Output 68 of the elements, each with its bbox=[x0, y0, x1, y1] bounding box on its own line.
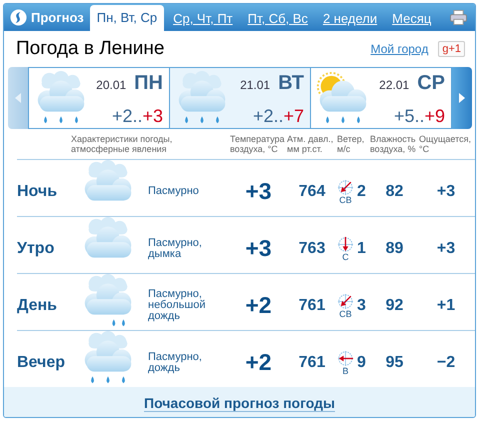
column-header: Характеристики погоды, атмосферные явления bbox=[71, 134, 174, 154]
column-header: Ветер, м/с bbox=[337, 134, 366, 154]
feels-like-value: +1 bbox=[436, 296, 456, 314]
pressure-value: 763 bbox=[298, 240, 326, 258]
weather-description: Пасмурно, небольшой дождь bbox=[148, 289, 206, 322]
period-label: Ночь bbox=[17, 182, 58, 200]
temperature-value: +2 bbox=[244, 349, 273, 376]
humidity-value: 89 bbox=[384, 240, 404, 258]
wind-direction: СВ bbox=[339, 196, 352, 204]
compass-icon bbox=[337, 350, 354, 366]
tab[interactable]: Ср, Чт, Пт bbox=[167, 7, 239, 31]
compass-icon bbox=[337, 236, 354, 252]
weather-description: Пасмурно, дымка bbox=[148, 238, 203, 260]
logo-icon bbox=[10, 9, 27, 26]
column-header: Атм. давл., мм рт.ст. bbox=[287, 134, 334, 154]
feels-like-value: −2 bbox=[436, 354, 456, 372]
compass-icon bbox=[337, 292, 354, 310]
right-arrow-icon bbox=[459, 93, 465, 103]
humidity-value: 82 bbox=[384, 182, 404, 200]
humidity-value: 95 bbox=[384, 354, 404, 372]
pressure-value: 761 bbox=[298, 296, 326, 314]
logo-text: Прогноз bbox=[31, 10, 84, 25]
wind-speed: 9 bbox=[357, 354, 366, 372]
wind-speed: 2 bbox=[357, 182, 366, 200]
day-temperature: +5..+9 bbox=[392, 104, 446, 128]
temperature-value: +2 bbox=[244, 292, 273, 319]
column-header: Температура воздуха, °C bbox=[230, 134, 286, 154]
feels-like-value: +3 bbox=[436, 182, 456, 200]
day-card[interactable]: 21.01 ВТ +2..+7 bbox=[170, 67, 311, 129]
day-weekday: СР bbox=[417, 72, 445, 95]
day-date: 22.01 bbox=[379, 78, 410, 92]
pressure-value: 761 bbox=[298, 354, 326, 372]
wind-speed: 1 bbox=[357, 240, 366, 258]
day-date: 20.01 bbox=[96, 78, 126, 92]
period-label: Утро bbox=[17, 240, 56, 258]
tab[interactable]: Месяц bbox=[386, 7, 438, 31]
period-label: Вечер bbox=[17, 354, 66, 372]
compass-icon bbox=[337, 178, 354, 196]
weather-description: Пасмурно bbox=[148, 186, 200, 197]
day-card[interactable]: 22.01 СР +5..+9 bbox=[311, 67, 452, 129]
next-button[interactable] bbox=[452, 67, 472, 129]
my-city-link[interactable]: Мой город bbox=[370, 42, 428, 56]
day-temperature: +2..+3 bbox=[110, 104, 164, 128]
day-weekday: ВТ bbox=[278, 72, 304, 95]
day-temperature: +2..+7 bbox=[252, 104, 305, 128]
temperature-value: +3 bbox=[244, 178, 273, 205]
day-date: 21.01 bbox=[240, 78, 270, 92]
tab[interactable]: Пт, Сб, Вс bbox=[242, 7, 314, 31]
temperature-value: +3 bbox=[244, 235, 273, 262]
column-header: Ощущается, °C bbox=[419, 134, 472, 154]
day-card[interactable]: 20.01 ПН +2..+3 bbox=[28, 67, 170, 129]
period-label: День bbox=[17, 296, 58, 314]
tab[interactable]: Пн, Вт, Ср bbox=[90, 5, 164, 31]
wind-direction: С bbox=[342, 252, 349, 262]
feels-like-value: +3 bbox=[436, 240, 456, 258]
tab[interactable]: 2 недели bbox=[316, 7, 384, 31]
wind-speed: 3 bbox=[357, 296, 366, 314]
column-header: Влажность воздуха, % bbox=[370, 134, 417, 154]
weather-description: Пасмурно, дождь bbox=[148, 352, 203, 374]
pressure-value: 764 bbox=[298, 182, 326, 200]
wind-direction: СВ bbox=[339, 310, 352, 318]
plus-one-button[interactable]: g+1 bbox=[438, 41, 465, 57]
print-icon[interactable] bbox=[450, 10, 467, 25]
day-weekday: ПН bbox=[134, 72, 163, 95]
wind-direction: В bbox=[342, 366, 348, 376]
page-title: Погода в Ленине bbox=[16, 38, 164, 60]
left-arrow-icon bbox=[15, 93, 21, 103]
humidity-value: 92 bbox=[384, 296, 404, 314]
